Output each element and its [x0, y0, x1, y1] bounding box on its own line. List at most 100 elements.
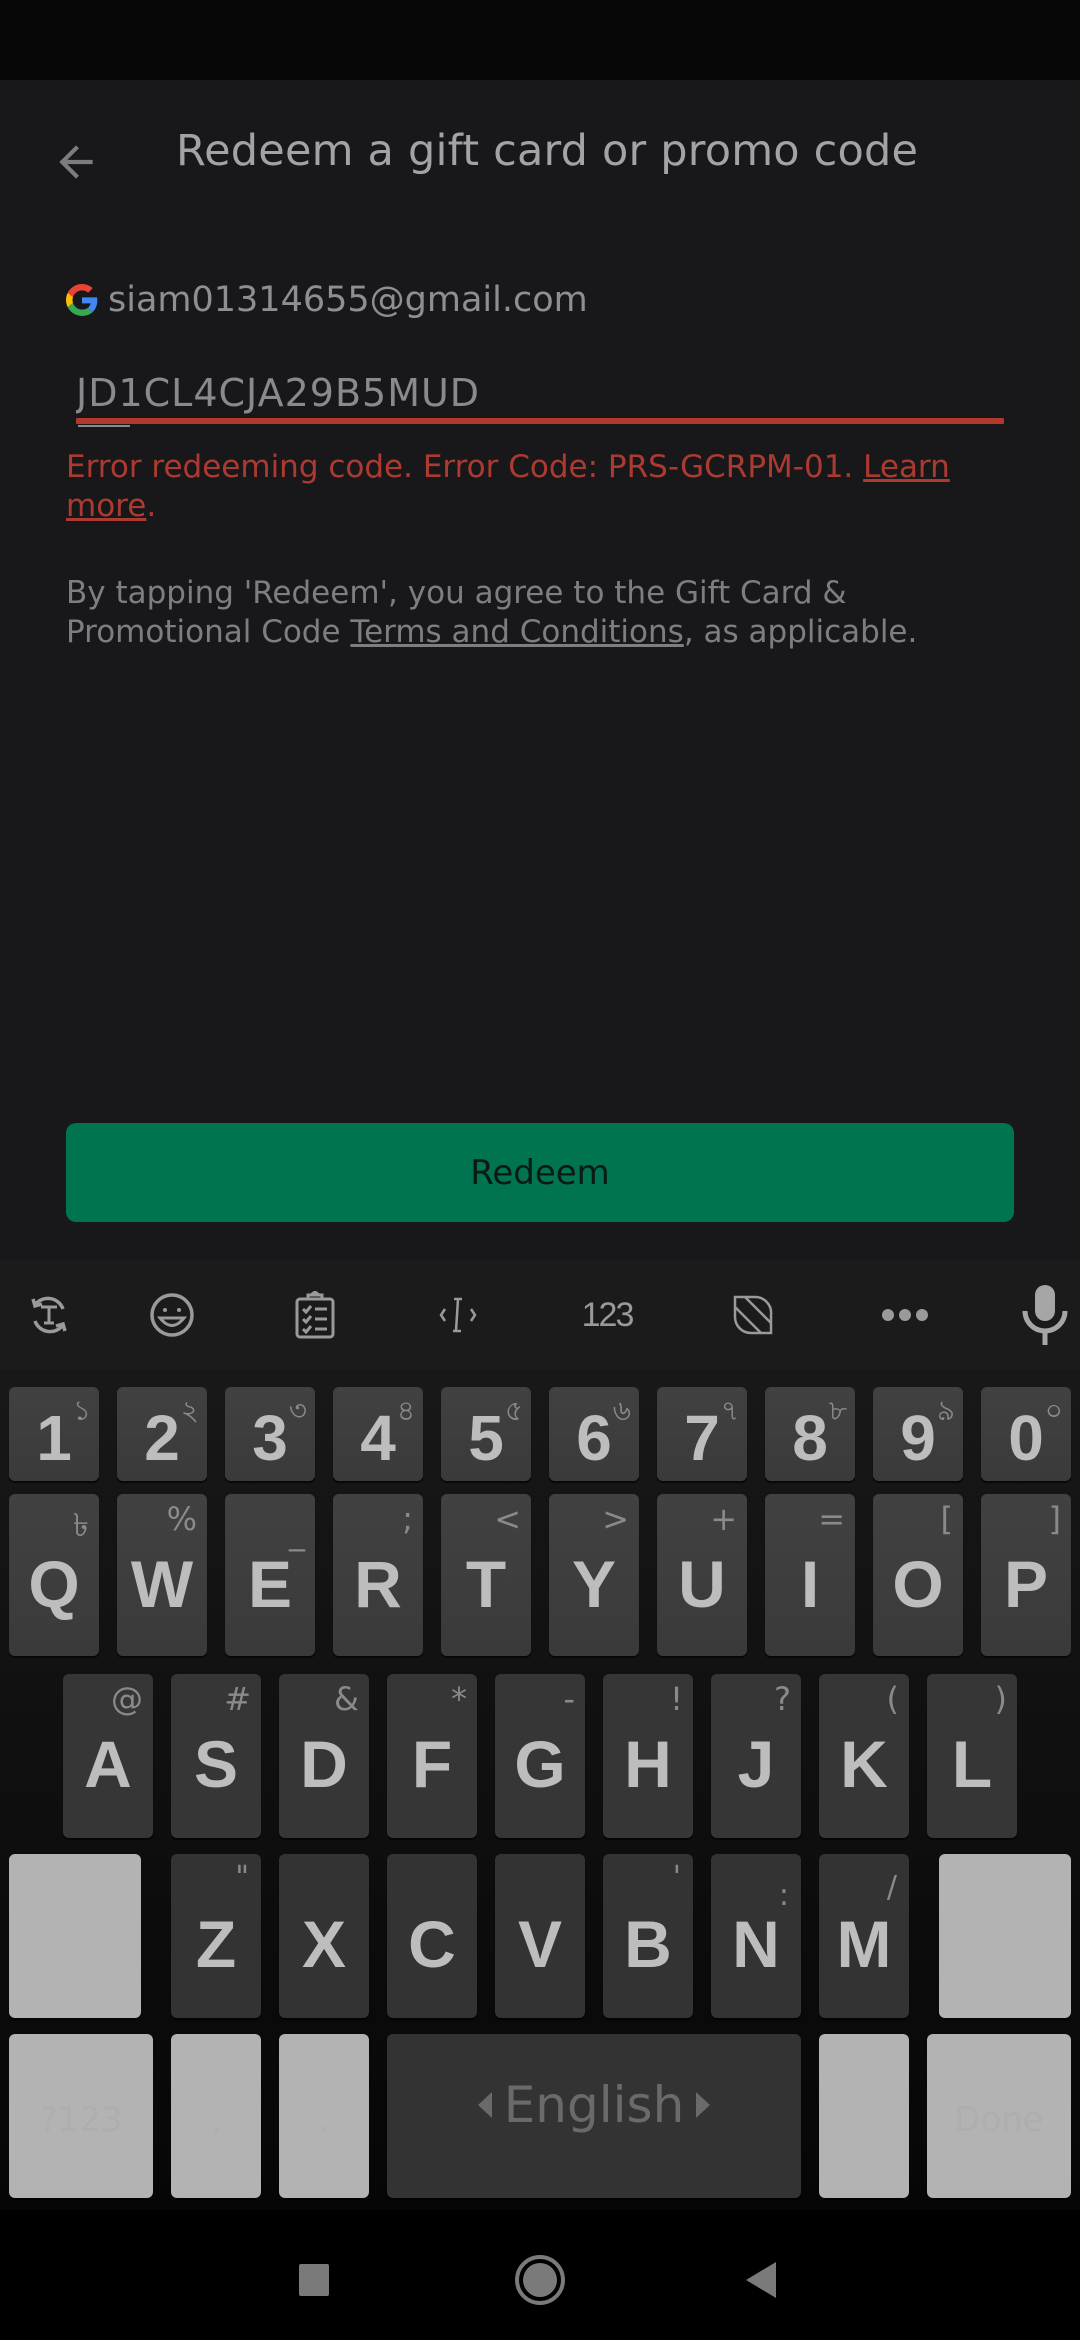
error-message: Error redeeming code. Error Code: PRS-GC…: [66, 448, 1006, 526]
recents-button[interactable]: [274, 2240, 354, 2320]
input-error-underline: [76, 418, 1004, 424]
navigation-bar: [0, 2210, 1080, 2340]
key-label: K: [840, 1727, 888, 1801]
theme-button[interactable]: [718, 1280, 788, 1350]
key-e[interactable]: E _: [225, 1494, 315, 1656]
key-3[interactable]: 3৩: [225, 1387, 315, 1481]
more-button[interactable]: [870, 1280, 940, 1350]
key-s[interactable]: S #: [171, 1674, 261, 1838]
voice-input-button[interactable]: [1010, 1280, 1080, 1350]
page-title: Redeem a gift card or promo code: [176, 126, 919, 176]
key-2[interactable]: 2২: [117, 1387, 207, 1481]
home-button[interactable]: [500, 2240, 580, 2320]
back-button[interactable]: [44, 130, 108, 194]
key-hint: _: [289, 1514, 305, 1552]
arrow-left-icon: [59, 145, 93, 179]
emoji-action-key[interactable]: [819, 2034, 909, 2198]
key-hint: #: [224, 1680, 251, 1718]
back-nav-button[interactable]: [720, 2240, 800, 2320]
clipboard-button[interactable]: [280, 1280, 350, 1350]
key-y[interactable]: Y >: [549, 1494, 639, 1656]
key-u[interactable]: U +: [657, 1494, 747, 1656]
key-hint: ]: [1048, 1500, 1061, 1538]
key-w[interactable]: W%: [117, 1494, 207, 1656]
key-k[interactable]: K(: [819, 1674, 909, 1838]
key-i[interactable]: I =: [765, 1494, 855, 1656]
key-hint: +: [710, 1500, 737, 1538]
key-hint: ৳: [73, 1506, 89, 1544]
key-label: V: [517, 1907, 563, 1981]
key-hint: <: [494, 1500, 521, 1538]
key-label: A: [84, 1727, 132, 1801]
redeem-button[interactable]: Redeem: [66, 1123, 1014, 1222]
key-hint: ?: [774, 1680, 791, 1718]
key-8[interactable]: 8৮: [765, 1387, 855, 1481]
key-t[interactable]: T <: [441, 1494, 531, 1656]
key-hint: !: [670, 1680, 683, 1718]
backspace-key[interactable]: [939, 1854, 1071, 2018]
key-label: Q: [28, 1547, 80, 1621]
key-label: P: [1003, 1547, 1049, 1621]
key-label: I: [800, 1547, 820, 1621]
clipboard-icon: [295, 1291, 335, 1339]
text-edit-button[interactable]: [423, 1280, 493, 1350]
key-x[interactable]: X: [279, 1854, 369, 2018]
key-0[interactable]: 0০: [981, 1387, 1071, 1481]
key-4[interactable]: 4৪: [333, 1387, 423, 1481]
key-5[interactable]: 5৫: [441, 1387, 531, 1481]
key-c[interactable]: C: [387, 1854, 477, 2018]
home-icon: [515, 2255, 565, 2305]
microphone-icon: [1022, 1285, 1068, 1345]
key-hint: ৮: [828, 1394, 847, 1427]
key-hint: ২: [180, 1394, 199, 1427]
key-hint: >: [602, 1500, 629, 1538]
emoji-button[interactable]: [137, 1280, 207, 1350]
key-n[interactable]: N:: [711, 1854, 801, 2018]
translate-button[interactable]: [14, 1280, 84, 1350]
key-b[interactable]: B ': [603, 1854, 693, 2018]
space-key[interactable]: English: [387, 2034, 801, 2198]
key-a[interactable]: A @: [63, 1674, 153, 1838]
key-hint: ৪: [396, 1394, 415, 1427]
done-key[interactable]: Done: [927, 2034, 1071, 2198]
key-hint: :: [778, 1878, 789, 1913]
comma-label: ,: [210, 2099, 222, 2140]
key-j[interactable]: J?: [711, 1674, 801, 1838]
key-z[interactable]: Z ": [171, 1854, 261, 2018]
key-6[interactable]: 6৬: [549, 1387, 639, 1481]
key-label: F: [411, 1727, 453, 1801]
shift-key[interactable]: [9, 1854, 141, 2018]
key-f[interactable]: F *: [387, 1674, 477, 1838]
key-label: W: [130, 1547, 194, 1621]
key-label: D: [300, 1727, 348, 1801]
key-o[interactable]: O[: [873, 1494, 963, 1656]
key-d[interactable]: D &: [279, 1674, 369, 1838]
key-label: L: [951, 1727, 993, 1801]
key-q[interactable]: Q ৳: [9, 1494, 99, 1656]
key-7[interactable]: 7৭: [657, 1387, 747, 1481]
key-9[interactable]: 9৯: [873, 1387, 963, 1481]
key-label: C: [408, 1907, 456, 1981]
key-1[interactable]: 1১: [9, 1387, 99, 1481]
symbols-key[interactable]: ?123: [9, 2034, 153, 2198]
back-icon: [746, 2262, 776, 2298]
key-l[interactable]: L): [927, 1674, 1017, 1838]
key-v[interactable]: V: [495, 1854, 585, 2018]
key-hint: ৩: [288, 1394, 307, 1427]
code-input[interactable]: [76, 360, 1004, 426]
key-h[interactable]: H!: [603, 1674, 693, 1838]
theme-icon: [733, 1295, 773, 1335]
number-pad-button[interactable]: 123: [572, 1280, 642, 1350]
key-g[interactable]: G-: [495, 1674, 585, 1838]
key-m[interactable]: M /: [819, 1854, 909, 2018]
key-label: M: [836, 1907, 892, 1981]
period-key[interactable]: .: [279, 2034, 369, 2198]
key-hint: @: [111, 1680, 143, 1718]
composing-underline: [78, 425, 130, 427]
key-p[interactable]: P]: [981, 1494, 1071, 1656]
key-hint: =: [818, 1500, 845, 1538]
key-r[interactable]: R;: [333, 1494, 423, 1656]
comma-key[interactable]: ,: [171, 2034, 261, 2198]
terms-link[interactable]: Terms and Conditions: [350, 614, 683, 650]
key-label: U: [678, 1547, 726, 1621]
